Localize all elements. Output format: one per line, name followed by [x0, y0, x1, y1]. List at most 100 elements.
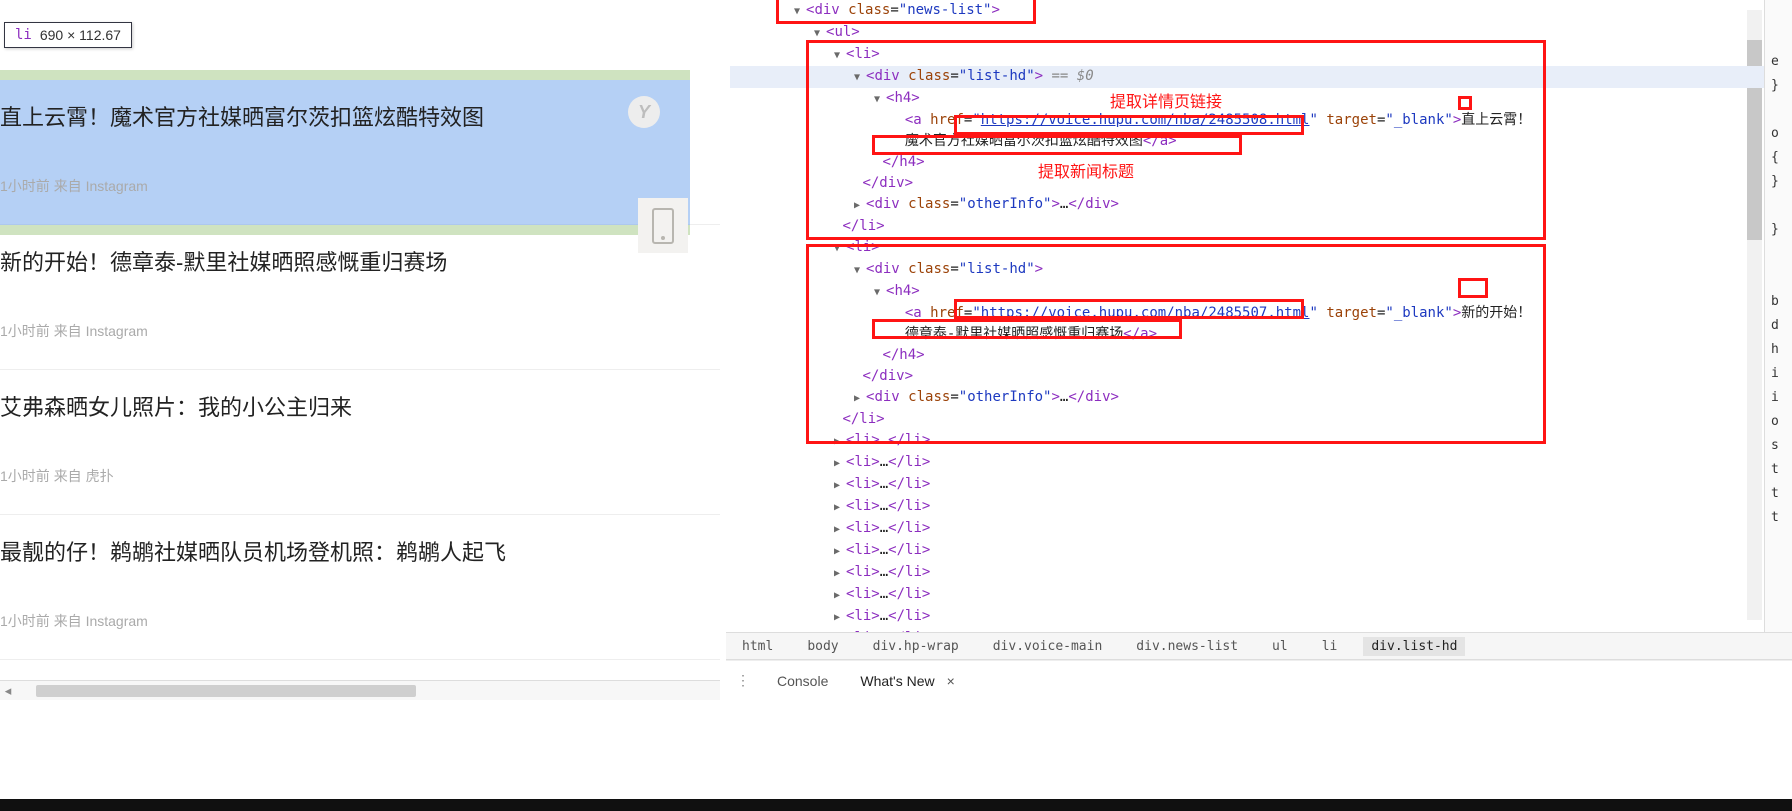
news-title[interactable]: 最靓的仔！鹈鹕社媒晒队员机场登机照：鹈鹕人起飞: [0, 535, 720, 567]
styles-line: {: [1771, 146, 1788, 170]
news-source-label: 来自: [54, 613, 82, 629]
news-title[interactable]: 新的开始！德章泰-默里社媒晒照感慨重归赛场: [0, 245, 720, 277]
news-item[interactable]: 最靓的仔！鹈鹕社媒晒队员机场登机照：鹈鹕人起飞 1小时前 来自 Instagra…: [0, 515, 720, 660]
breadcrumb-item[interactable]: div.voice-main: [985, 637, 1111, 656]
news-meta: 1小时前 来自 Instagram: [0, 321, 720, 341]
devtools-pane: <div class="news-list"> <ul> <li> <div c…: [726, 0, 1792, 700]
dom-node[interactable]: 魔术官方社媒晒富尔茨扣篮炫酷特效图</a>: [730, 131, 1788, 152]
dom-node[interactable]: <li>…</li>: [730, 606, 1788, 628]
breadcrumb-item[interactable]: div.hp-wrap: [865, 637, 967, 656]
dom-node[interactable]: </li>: [730, 409, 1788, 430]
dom-node-selected[interactable]: <div class="list-hd"> == $0: [730, 66, 1788, 88]
dom-node[interactable]: <div class="list-hd">: [730, 259, 1788, 281]
tab-console[interactable]: Console: [771, 667, 834, 695]
news-source-label: 来自: [54, 468, 82, 484]
styles-line: i: [1771, 386, 1788, 410]
tooltip-dimensions: 690 × 112.67: [40, 27, 121, 43]
inspect-margin-overlay: [0, 225, 690, 235]
dom-node[interactable]: <li>…</li>: [730, 474, 1788, 496]
dom-node[interactable]: </li>: [730, 216, 1788, 237]
styles-line: i: [1771, 362, 1788, 386]
breadcrumb-item[interactable]: body: [799, 637, 846, 656]
news-source-label: 来自: [54, 178, 82, 194]
selected-marker: == $0: [1043, 68, 1094, 84]
dom-node[interactable]: <li>…</li>: [730, 540, 1788, 562]
news-source: Instagram: [86, 323, 148, 339]
styles-line: o: [1771, 410, 1788, 434]
dom-node[interactable]: </h4>: [730, 152, 1788, 173]
dom-node[interactable]: <div class="news-list">: [730, 0, 1788, 22]
kebab-icon[interactable]: ⋮: [736, 672, 751, 689]
news-source-label: 来自: [54, 323, 82, 339]
scrollbar-thumb[interactable]: [36, 685, 416, 697]
styles-line: t: [1771, 458, 1788, 482]
news-time: 1小时前: [0, 178, 50, 194]
anchor-href[interactable]: https://voice.hupu.com/nba/2485507.html: [981, 305, 1310, 321]
dom-node[interactable]: <li>…</li>: [730, 496, 1788, 518]
inspect-tooltip: li 690 × 112.67: [4, 22, 132, 48]
inspect-margin-overlay: [0, 70, 690, 80]
dom-node[interactable]: <li>…</li>: [730, 562, 1788, 584]
horizontal-scrollbar[interactable]: ◂: [0, 680, 720, 700]
dom-node[interactable]: </h4>: [730, 345, 1788, 366]
anchor-href[interactable]: https://voice.hupu.com/nba/2485508.html: [981, 112, 1310, 128]
breadcrumb-item[interactable]: li: [1314, 637, 1346, 656]
rendered-page-pane: li 690 × 112.67 Y 直上云霄！魔术官方社媒晒富尔茨扣篮炫酷特效图…: [0, 0, 720, 700]
anchor-text-wrap: 魔术官方社媒晒富尔茨扣篮炫酷特效图: [905, 133, 1143, 149]
close-icon[interactable]: ×: [947, 673, 955, 689]
news-meta: 1小时前 来自 Instagram: [0, 176, 720, 196]
tab-whats-new[interactable]: What's New: [854, 667, 940, 695]
styles-line: [1771, 242, 1788, 266]
anchor-target: _blank: [1394, 305, 1445, 321]
anchor-text: 新的开始！: [1461, 305, 1531, 321]
styles-line: d: [1771, 314, 1788, 338]
dom-node[interactable]: <li>…</li>: [730, 452, 1788, 474]
dom-node[interactable]: <li>: [730, 237, 1788, 259]
mobile-device-icon[interactable]: [638, 198, 688, 253]
dom-node[interactable]: <h4>: [730, 88, 1788, 110]
dom-node[interactable]: <li>…</li>: [730, 584, 1788, 606]
styles-line: [1771, 98, 1788, 122]
dom-node[interactable]: <li>…</li>: [730, 518, 1788, 540]
dom-tree[interactable]: <div class="news-list"> <ul> <li> <div c…: [726, 0, 1792, 650]
news-item[interactable]: 艾弗森晒女儿照片：我的小公主归来 1小时前 来自 虎扑: [0, 370, 720, 515]
news-source: 虎扑: [86, 468, 114, 484]
news-title[interactable]: 艾弗森晒女儿照片：我的小公主归来: [0, 390, 720, 422]
dom-node[interactable]: <h4>: [730, 281, 1788, 303]
breadcrumb-item[interactable]: div.list-hd: [1363, 637, 1465, 656]
dom-node[interactable]: <a href="https://voice.hupu.com/nba/2485…: [730, 110, 1788, 131]
breadcrumb-item[interactable]: ul: [1264, 637, 1296, 656]
styles-line: o: [1771, 122, 1788, 146]
taskbar: [0, 799, 1792, 811]
devtools-drawer: ⋮ Console What's New ×: [726, 660, 1792, 700]
breadcrumb-item[interactable]: div.news-list: [1128, 637, 1246, 656]
dom-node[interactable]: <li>…</li>: [730, 430, 1788, 452]
styles-line: e: [1771, 50, 1788, 74]
dom-node[interactable]: </div>: [730, 366, 1788, 387]
dom-node[interactable]: 德章泰-默里社媒晒照感慨重归赛场</a>: [730, 324, 1788, 345]
news-item[interactable]: 新的开始！德章泰-默里社媒晒照感慨重归赛场 1小时前 来自 Instagram: [0, 225, 720, 370]
news-source: Instagram: [86, 613, 148, 629]
dom-node[interactable]: <div class="otherInfo">…</div>: [730, 387, 1788, 409]
breadcrumb-item[interactable]: html: [734, 637, 781, 656]
news-meta: 1小时前 来自 虎扑: [0, 466, 720, 486]
dom-node[interactable]: <li>: [730, 44, 1788, 66]
news-title[interactable]: 直上云霄！魔术官方社媒晒富尔茨扣篮炫酷特效图: [0, 100, 720, 132]
news-time: 1小时前: [0, 613, 50, 629]
scroll-left-icon[interactable]: ◂: [0, 683, 16, 699]
news-time: 1小时前: [0, 323, 50, 339]
dom-node[interactable]: <a href="https://voice.hupu.com/nba/2485…: [730, 303, 1788, 324]
dom-node[interactable]: </div>: [730, 173, 1788, 194]
anchor-text: 直上云霄！: [1461, 112, 1531, 128]
anchor-text-wrap: 德章泰-默里社媒晒照感慨重归赛场: [905, 326, 1123, 342]
dom-node[interactable]: <ul>: [730, 22, 1788, 44]
styles-line: b: [1771, 290, 1788, 314]
breadcrumb[interactable]: html body div.hp-wrap div.voice-main div…: [726, 632, 1792, 660]
dom-node[interactable]: <div class="otherInfo">…</div>: [730, 194, 1788, 216]
styles-line: [1771, 266, 1788, 290]
styles-line: t: [1771, 482, 1788, 506]
styles-line: s: [1771, 434, 1788, 458]
anchor-target: _blank: [1394, 112, 1445, 128]
styles-line: t: [1771, 506, 1788, 530]
styles-line: }: [1771, 218, 1788, 242]
